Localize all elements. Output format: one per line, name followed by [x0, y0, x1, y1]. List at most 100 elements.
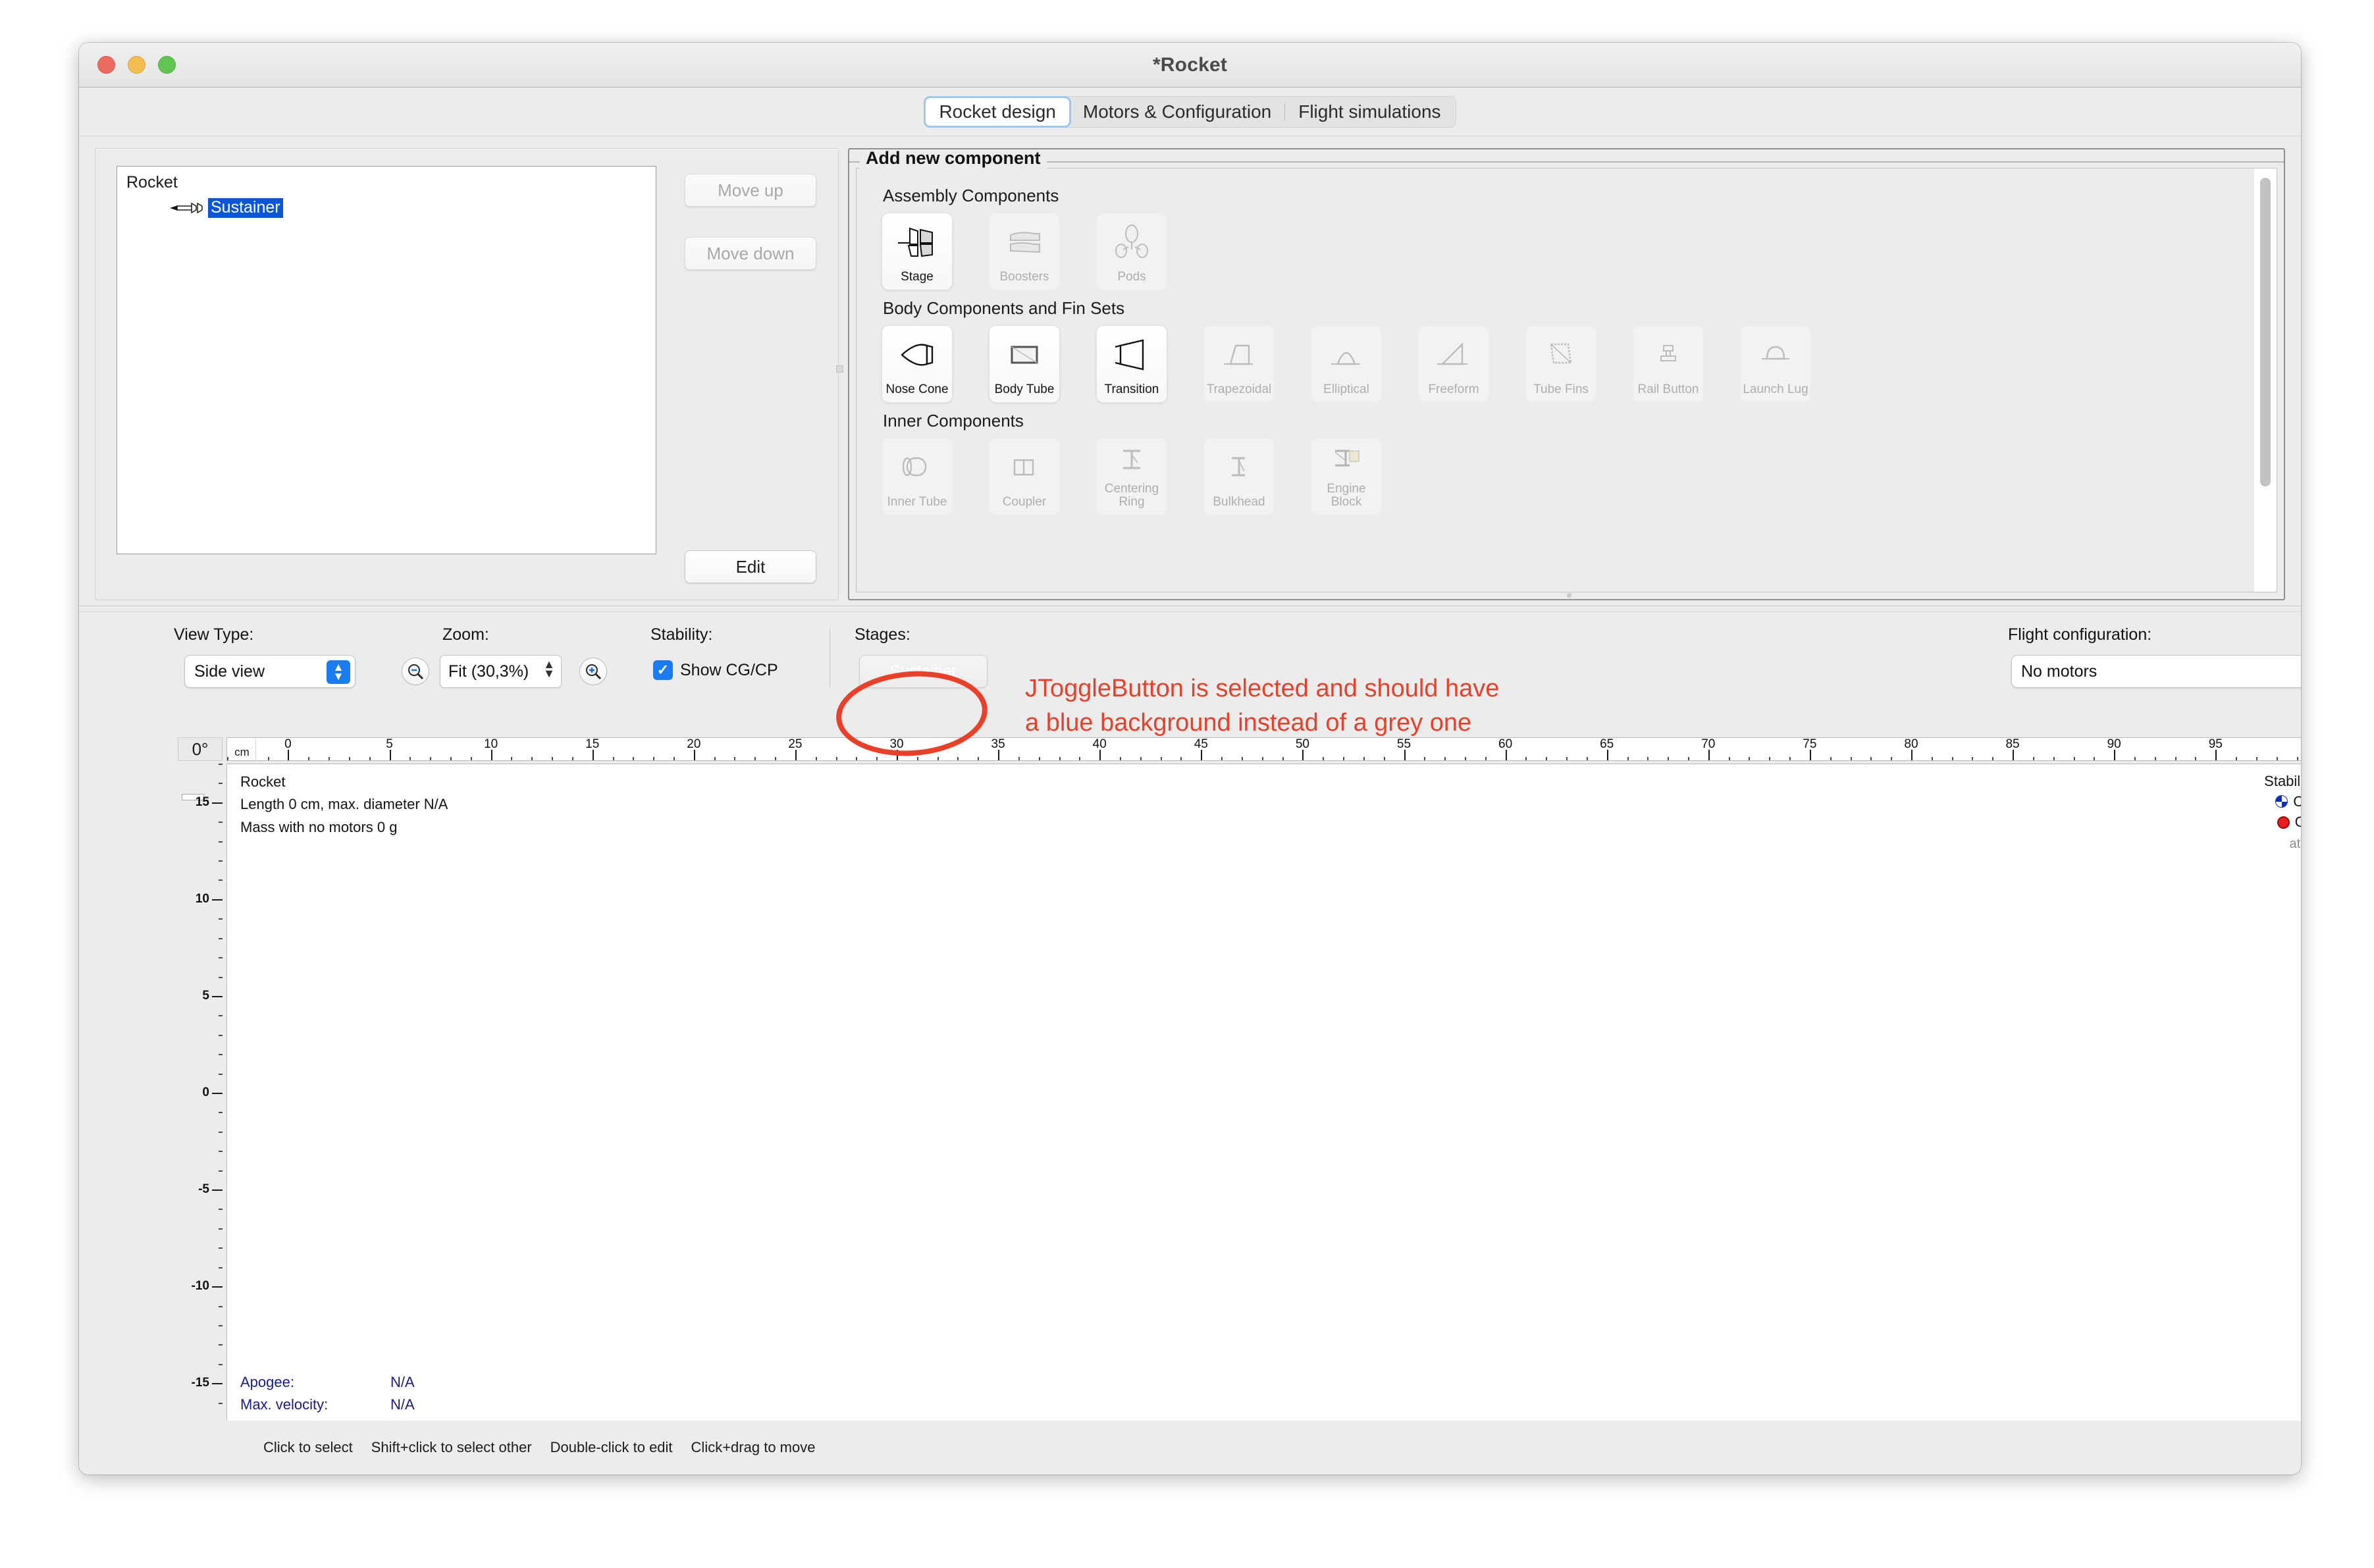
panel-legend-rule — [849, 161, 2284, 163]
cg-row: CG: N/A — [2264, 791, 2301, 812]
move-down-button[interactable]: Move down — [685, 237, 816, 270]
splitter-handle[interactable] — [836, 365, 843, 373]
h-ruler-tick-label: 0 — [284, 737, 292, 751]
spinner-arrows-icon[interactable]: ▲ ▼ — [543, 658, 555, 679]
component-label: Freeform — [1428, 382, 1479, 397]
tree-root-item[interactable]: Rocket — [126, 173, 178, 192]
inner-tube-icon — [882, 438, 952, 496]
move-up-button[interactable]: Move up — [685, 174, 816, 207]
component-label: Nose Cone — [885, 382, 949, 397]
component-button-body-tube[interactable]: Body Tube — [989, 325, 1060, 403]
h-ruler-tick-label: 30 — [889, 737, 904, 751]
rocket-mass: Mass with no motors 0 g — [240, 818, 398, 835]
component-row-body: Nose Cone Body Tube Transition Trapezoid… — [882, 325, 2254, 403]
window-title: *Rocket — [1152, 53, 1228, 76]
hint-double-click: Double-click to edit — [550, 1439, 673, 1455]
show-cgcp-label: Show CG/CP — [680, 660, 778, 679]
component-button-nose-cone[interactable]: Nose Cone — [882, 325, 953, 403]
coupler-icon — [989, 438, 1059, 496]
title-bar: *Rocket — [79, 43, 2301, 88]
tree-item-label[interactable]: Sustainer — [208, 198, 283, 219]
v-ruler-tick-label: 15 — [195, 795, 209, 809]
component-label: Body Tube — [994, 382, 1055, 397]
component-button-tube-fins[interactable]: Tube Fins — [1525, 325, 1596, 403]
component-button-inner-tube[interactable]: Inner Tube — [882, 438, 953, 515]
hint-shift-click: Shift+click to select other — [371, 1439, 532, 1455]
h-ruler-tick-label: 70 — [1701, 737, 1716, 751]
component-button-centering-ring[interactable]: Centering Ring — [1096, 438, 1167, 515]
show-cgcp-checkbox-row[interactable]: ✓ Show CG/CP — [653, 660, 778, 680]
component-label: Transition — [1104, 382, 1159, 397]
rotation-indicator[interactable]: 0° — [178, 737, 223, 761]
checkbox-checked-icon[interactable]: ✓ — [653, 660, 673, 680]
h-ruler-tick-label: 75 — [1803, 737, 1817, 751]
stability-label: Stability: — [650, 625, 713, 644]
view-type-label: View Type: — [174, 625, 254, 644]
panel-resize-dot[interactable] — [1566, 593, 1571, 598]
cp-marker-icon — [2277, 816, 2290, 829]
zoom-in-icon — [586, 664, 602, 680]
nose-cone-icon — [882, 326, 952, 383]
rocket-design-canvas[interactable]: Rocket Length 0 cm, max. diameter N/A Ma… — [226, 764, 2301, 1447]
elliptical-fin-icon — [1311, 326, 1381, 383]
component-button-bulkhead[interactable]: Bulkhead — [1203, 438, 1275, 515]
horizontal-splitter[interactable] — [79, 606, 2301, 612]
h-ruler-tick-label: 95 — [2208, 737, 2223, 751]
cp-key: CP: — [2294, 814, 2301, 831]
component-button-elliptical[interactable]: Elliptical — [1311, 325, 1382, 403]
component-button-stage[interactable]: Stage — [882, 213, 953, 290]
component-button-trapezoidal[interactable]: Trapezoidal — [1203, 325, 1275, 403]
h-ruler-tick-label: 80 — [1904, 737, 1918, 751]
design-tree-pane: Rocket Sustainer Move up Move down Edit — [95, 148, 843, 677]
component-button-engine-block[interactable]: Engine Block — [1311, 438, 1382, 515]
tree-item-sustainer[interactable]: Sustainer — [169, 198, 283, 219]
mach-note: at M=0,30 — [2289, 836, 2301, 851]
component-label: Pods — [1117, 270, 1146, 284]
component-button-boosters[interactable]: Boosters — [989, 213, 1060, 290]
apogee-value: N/A — [390, 1373, 415, 1390]
tab-flight-simulations[interactable]: Flight simulations — [1285, 98, 1454, 126]
max-velocity-row: Max. velocity: N/A — [240, 1394, 415, 1416]
zoom-label: Zoom: — [442, 625, 489, 644]
ruler-unit-label[interactable]: cm — [228, 739, 256, 760]
component-palette-scrollbar[interactable] — [2259, 178, 2272, 486]
launch-lug-icon — [1741, 326, 1810, 383]
zoom-value: Fit (30,3%) — [448, 662, 529, 681]
zoom-in-button[interactable] — [579, 658, 607, 685]
component-tree[interactable]: Rocket Sustainer — [117, 166, 656, 554]
tab-bar: Rocket design Motors & Configuration Fli… — [79, 88, 2301, 136]
status-bar: Click to select Shift+click to select ot… — [79, 1421, 2301, 1475]
tab-rocket-design[interactable]: Rocket design — [926, 97, 1069, 126]
component-button-freeform[interactable]: Freeform — [1418, 325, 1489, 403]
stage-toggle-sustainer[interactable]: Sustainer — [859, 655, 988, 688]
component-label: Rail Button — [1637, 382, 1699, 397]
v-ruler-tick-label: -10 — [191, 1279, 209, 1294]
component-button-rail-button[interactable]: Rail Button — [1633, 325, 1704, 403]
h-ruler-tick-label: 90 — [2107, 737, 2121, 751]
component-button-coupler[interactable]: Coupler — [989, 438, 1060, 515]
h-ruler-tick-label: 85 — [2005, 737, 2020, 751]
component-button-pods[interactable]: Pods — [1096, 213, 1167, 290]
h-ruler-tick-label: 5 — [386, 737, 393, 751]
annotation-line-2: a blue background instead of a grey one — [1025, 709, 1472, 737]
zoom-out-button[interactable] — [402, 658, 429, 685]
component-label: Trapezoidal — [1206, 382, 1272, 397]
flight-configuration-select[interactable]: No motors ▲▼ — [2011, 655, 2301, 688]
flight-configuration-value: No motors — [2021, 662, 2097, 681]
component-button-launch-lug[interactable]: Launch Lug — [1740, 325, 1811, 403]
zoom-level-spinner[interactable]: Fit (30,3%) ▲ ▼ — [440, 655, 562, 688]
component-palette: Assembly Components Stage Boosters Pods … — [857, 169, 2254, 592]
v-ruler-tick-label: 5 — [202, 988, 209, 1003]
edit-button[interactable]: Edit — [685, 550, 816, 583]
view-type-select[interactable]: Side view ▲ ▼ — [184, 655, 356, 688]
freeform-fin-icon — [1419, 326, 1489, 383]
h-ruler-tick-label: 35 — [991, 737, 1005, 751]
engine-block-icon — [1311, 438, 1381, 483]
rail-button-icon — [1633, 326, 1703, 383]
component-button-transition[interactable]: Transition — [1096, 325, 1167, 403]
component-label: Elliptical — [1323, 382, 1369, 397]
tab-motors-configuration[interactable]: Motors & Configuration — [1070, 98, 1284, 126]
component-label: Launch Lug — [1743, 382, 1808, 397]
group-title-inner: Inner Components — [883, 411, 1024, 431]
scrollbar-thumb[interactable] — [2260, 178, 2271, 486]
